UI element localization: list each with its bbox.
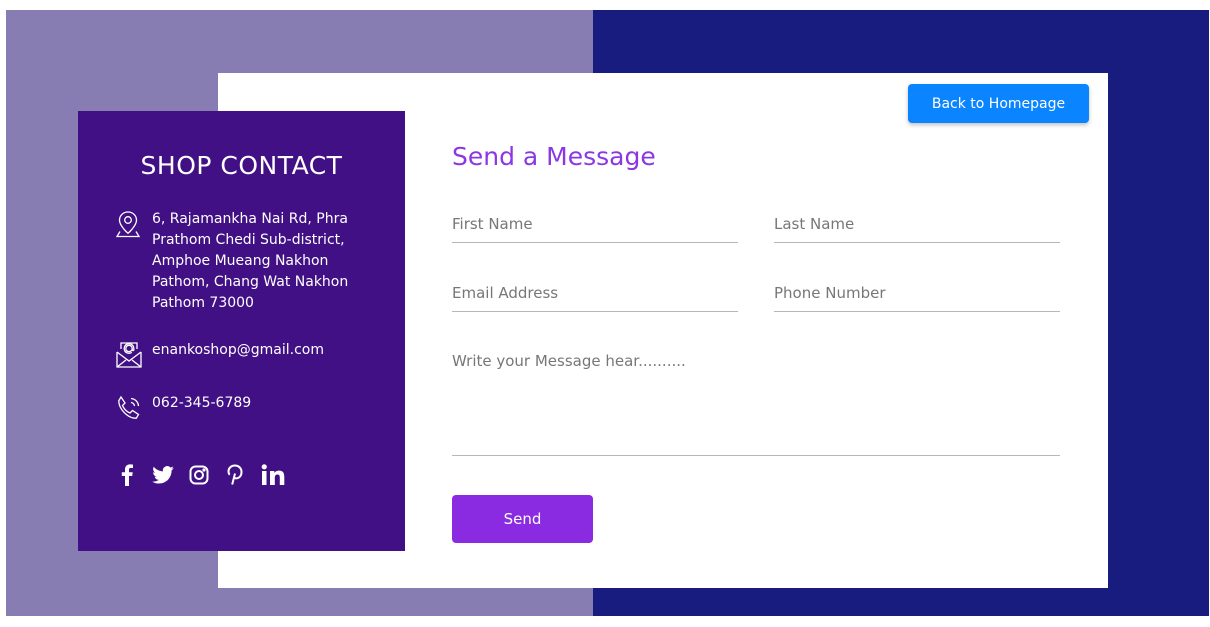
send-button[interactable]: Send — [452, 495, 593, 543]
email-icon — [114, 340, 144, 370]
instagram-icon[interactable] — [188, 463, 210, 487]
social-links — [116, 463, 288, 487]
shop-contact-title: SHOP CONTACT — [140, 151, 343, 180]
email-text[interactable]: enankoshop@gmail.com — [152, 340, 372, 361]
message-textarea[interactable] — [452, 352, 1060, 456]
twitter-icon[interactable] — [152, 463, 174, 487]
send-message-title: Send a Message — [452, 142, 656, 171]
phone-icon — [114, 393, 144, 423]
map-pin-icon — [114, 209, 144, 239]
linkedin-icon[interactable] — [260, 463, 288, 487]
first-name-input[interactable] — [452, 214, 738, 243]
email-address-input[interactable] — [452, 283, 738, 312]
back-to-homepage-button[interactable]: Back to Homepage — [908, 84, 1089, 123]
pinterest-icon[interactable] — [224, 463, 246, 487]
shop-contact-panel: SHOP CONTACT 6, Rajamankha Nai Rd, Phra … — [78, 111, 405, 551]
phone-text[interactable]: 062-345-6789 — [152, 393, 372, 414]
facebook-icon[interactable] — [116, 463, 138, 487]
phone-number-input[interactable] — [774, 283, 1060, 312]
last-name-input[interactable] — [774, 214, 1060, 243]
address-text: 6, Rajamankha Nai Rd, Phra Prathom Chedi… — [152, 211, 349, 311]
